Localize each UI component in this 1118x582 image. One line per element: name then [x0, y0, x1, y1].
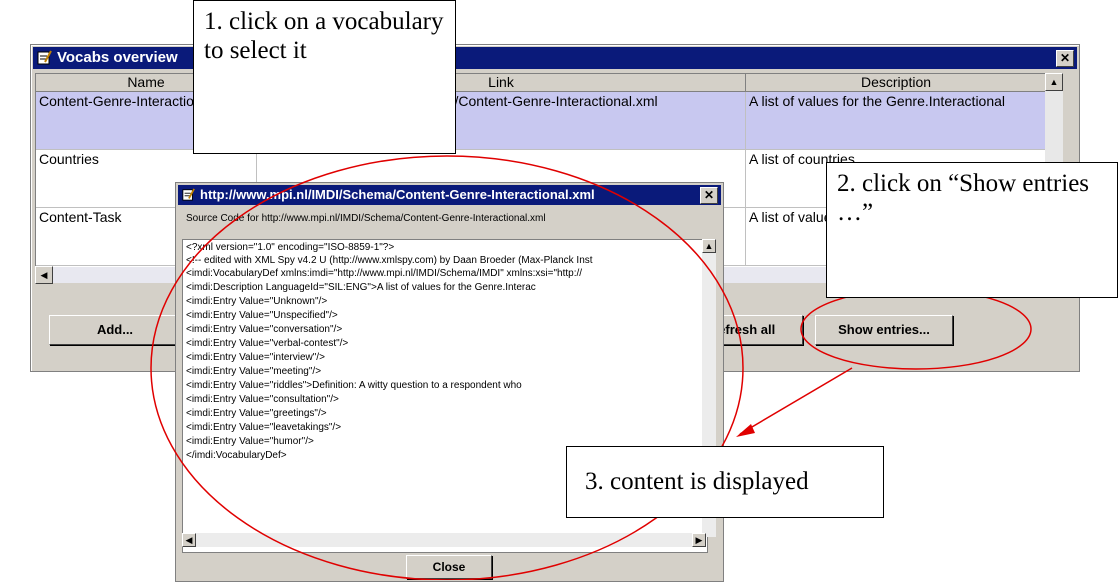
- xml-source-window: http://www.mpi.nl/IMDI/Schema/Content-Ge…: [175, 182, 724, 582]
- xml-line: <imdi:Entry Value="meeting"/>: [186, 366, 322, 377]
- xml-line: <?xml version="1.0" encoding="ISO-8859-1…: [186, 242, 395, 253]
- arrow-head-icon: [736, 424, 755, 437]
- popup-subtitle: Source Code for http://www.mpi.nl/IMDI/S…: [186, 213, 546, 224]
- scroll-left-icon[interactable]: ◀: [182, 533, 196, 547]
- xml-line: <imdi:Entry Value="interview"/>: [186, 352, 325, 363]
- scroll-left-icon[interactable]: ◀: [35, 266, 53, 284]
- notepad-icon: [37, 50, 52, 65]
- xml-line: <imdi:Entry Value="conversation"/>: [186, 324, 343, 335]
- annotation-step-2: 2. click on “Show entries …”: [826, 162, 1118, 298]
- popup-titlebar[interactable]: http://www.mpi.nl/IMDI/Schema/Content-Ge…: [178, 185, 721, 205]
- xml-line: <imdi:Entry Value="riddles">Definition: …: [186, 380, 522, 391]
- xml-line: <imdi:Entry Value="verbal-contest"/>: [186, 338, 349, 349]
- add-button[interactable]: Add...: [49, 315, 181, 345]
- xml-line: <!-- edited with XML Spy v4.2 U (http://…: [186, 255, 593, 266]
- scroll-right-icon[interactable]: ▶: [692, 533, 706, 547]
- xml-line: <imdi:Entry Value="Unknown"/>: [186, 296, 328, 307]
- annotation-step-3: 3. content is displayed: [566, 446, 884, 518]
- cell-description: A list of values for the Genre.Interacti…: [746, 92, 1046, 150]
- scroll-up-icon[interactable]: ▲: [702, 239, 716, 253]
- window-titlebar[interactable]: Vocabs overview ✕: [33, 47, 1077, 69]
- xml-line: <imdi:Description LanguageId="SIL:ENG">A…: [186, 282, 536, 293]
- close-icon[interactable]: ✕: [700, 187, 718, 204]
- xml-line: <imdi:Entry Value="leavetakings"/>: [186, 422, 342, 433]
- show-entries-button[interactable]: Show entries...: [815, 315, 953, 345]
- xml-line: </imdi:VocabularyDef>: [186, 450, 287, 461]
- column-header-description[interactable]: Description: [746, 74, 1046, 92]
- table-row[interactable]: Content-Genre-Interactional http://www.m…: [36, 92, 1046, 150]
- table-header: Name Link Description: [36, 74, 1046, 92]
- annotation-arrow-line: [739, 367, 853, 435]
- xml-line: <imdi:VocabularyDef xmlns:imdi="http://w…: [186, 268, 583, 279]
- xml-line: <imdi:Entry Value="consultation"/>: [186, 394, 339, 405]
- annotation-step-1: 1. click on a vocabulary to select it: [193, 0, 456, 154]
- xml-line: <imdi:Entry Value="humor"/>: [186, 436, 314, 447]
- xml-line: <imdi:Entry Value="Unspecified"/>: [186, 310, 338, 321]
- close-button[interactable]: Close: [406, 555, 492, 579]
- scroll-up-icon[interactable]: ▲: [1045, 73, 1063, 91]
- xml-horizontal-scrollbar[interactable]: ◀ ▶: [182, 533, 706, 547]
- xml-line: <imdi:Entry Value="greetings"/>: [186, 408, 327, 419]
- close-icon[interactable]: ✕: [1056, 50, 1074, 67]
- popup-title: http://www.mpi.nl/IMDI/Schema/Content-Ge…: [200, 187, 595, 202]
- notepad-icon: [182, 188, 195, 201]
- window-title: Vocabs overview: [57, 49, 178, 66]
